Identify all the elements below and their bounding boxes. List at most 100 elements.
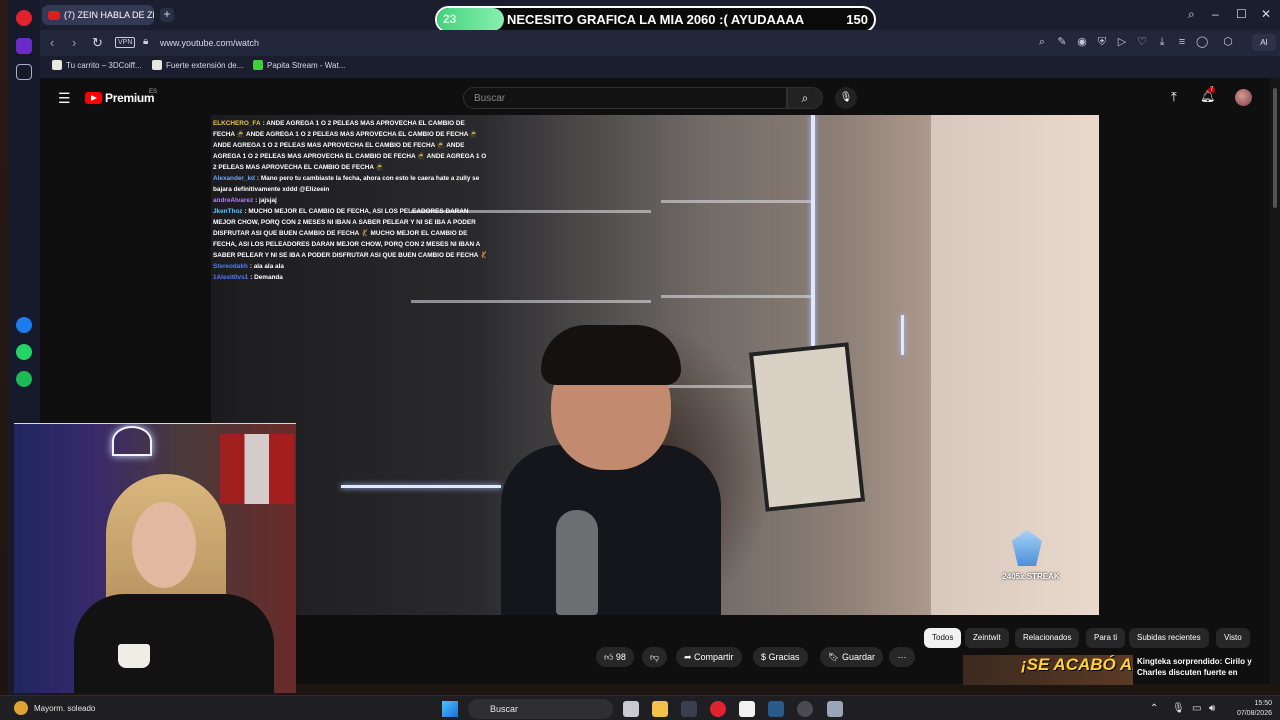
network-icon[interactable]: ▭ — [1192, 703, 1201, 714]
volume-icon[interactable]: 🔊︎ — [1209, 703, 1215, 714]
chip-watched[interactable]: Visto — [1216, 628, 1250, 648]
taskbar-search[interactable]: Buscar — [468, 699, 613, 719]
url-field[interactable]: www.youtube.com/watch — [160, 38, 259, 48]
bookmark-label: Fuerte extensión de... — [166, 60, 244, 70]
chat-user: andreAlvarez — [213, 197, 254, 204]
zoom-icon[interactable]: ⌕ — [1036, 36, 1048, 48]
reload-icon[interactable]: ↻ — [92, 35, 103, 51]
chat-message: JkenThoz: MUCHO MEJOR EL CAMBIO DE FECHA… — [213, 206, 488, 261]
chat-message: andreAlvarez: jajsjaj — [213, 195, 488, 206]
chip-recent-uploads[interactable]: Subidas recientes — [1129, 628, 1209, 648]
thanks-label: Gracias — [768, 652, 800, 662]
clock[interactable]: 15:50 07/08/2026 — [1228, 699, 1272, 719]
forward-icon[interactable]: › — [72, 35, 76, 50]
opera-taskbar-icon[interactable] — [710, 701, 726, 717]
bookmark-favicon-icon — [52, 60, 62, 70]
youtube-header: ☰ Premium ES Buscar ⌕ 🎙︎ ⤒ 🔔︎ 7 — [40, 78, 1270, 116]
windows-start-icon[interactable] — [442, 701, 458, 717]
home-icon[interactable] — [16, 38, 32, 54]
streak-icon — [1012, 530, 1042, 566]
profile-icon[interactable]: ◯ — [1196, 36, 1208, 48]
lock-icon[interactable]: 🔒︎ — [143, 36, 148, 47]
spotify-icon[interactable] — [16, 371, 32, 387]
chip-all[interactable]: Todos — [924, 628, 962, 648]
chat-text: : ala ala ala — [249, 263, 284, 270]
minimize-icon[interactable]: – — [1212, 7, 1219, 21]
camera-icon[interactable]: ◉ — [1076, 36, 1088, 48]
maximize-icon[interactable]: ☐ — [1236, 7, 1247, 21]
settings-icon[interactable] — [827, 701, 843, 717]
bookmark-item[interactable]: Fuerte extensión de... — [152, 60, 243, 70]
search-tabs-icon[interactable]: ⌕ — [1188, 7, 1195, 22]
neon-light — [341, 485, 501, 488]
share-button[interactable]: ➦ Compartir — [676, 647, 742, 667]
hamburger-menu-icon[interactable]: ☰ — [58, 90, 71, 107]
avatar[interactable] — [1235, 89, 1252, 106]
search-button[interactable]: ⌕ — [787, 87, 823, 109]
bookmark-item[interactable]: Papita Stream - Wat... — [253, 60, 345, 70]
tab-youtube[interactable]: (7) ZEIN HABLA DE ZEIN — [42, 5, 154, 25]
bookmark-label: Papita Stream - Wat... — [267, 60, 346, 70]
more-actions-button[interactable]: ··· — [889, 647, 915, 667]
youtube-logo-text: Premium — [105, 91, 155, 105]
back-icon[interactable]: ‹ — [50, 35, 54, 50]
chat-text: : MUCHO MEJOR EL CAMBIO DE FECHA, ASI LO… — [213, 208, 488, 259]
mic-tray-icon[interactable]: 🎙︎ — [1172, 703, 1185, 714]
bookmark-item[interactable]: Tu carrito – 3DCoiff... — [52, 60, 142, 70]
youtube-logo[interactable]: Premium — [85, 91, 155, 105]
scroll-thumb[interactable] — [1273, 88, 1277, 208]
weather-text[interactable]: Mayorm. soleado — [34, 704, 95, 713]
heart-icon[interactable]: ♡ — [1136, 36, 1148, 48]
coffee-cup — [118, 644, 150, 668]
streak-label: 2405x STREAK — [1002, 572, 1060, 581]
clock-time: 15:50 — [1254, 700, 1272, 707]
ai-button[interactable]: AI — [1252, 34, 1276, 51]
chip-related[interactable]: Relacionados — [1015, 628, 1080, 648]
weather-icon[interactable] — [14, 701, 28, 715]
save-button[interactable]: 🔖︎ Guardar — [820, 647, 883, 667]
recommended-video-title[interactable]: Kingteka sorprendido: Cirilo y Charles d… — [1137, 656, 1257, 678]
dislike-button[interactable]: 👎︎ — [642, 647, 668, 667]
app-icon[interactable] — [681, 701, 697, 717]
recommended-video-thumbnail[interactable]: ¡SE ACABÓ AMISTAD? — [963, 655, 1133, 685]
file-explorer-icon[interactable] — [652, 701, 668, 717]
upload-icon[interactable]: ⤒ — [1171, 89, 1177, 105]
chat-text: : jajsjaj — [255, 197, 277, 204]
stream-chat-overlay: ELKCHERO_FA: ANDE AGREGA 1 O 2 PELEAS MA… — [213, 118, 488, 312]
steam-icon[interactable] — [768, 701, 784, 717]
page-scrollbar[interactable] — [1270, 78, 1280, 684]
extensions-icon[interactable]: ⬡ — [1222, 36, 1234, 48]
notepad-icon[interactable] — [739, 701, 755, 717]
messenger-icon[interactable] — [16, 317, 32, 333]
edit-icon[interactable]: ✎ — [1056, 36, 1068, 48]
close-icon[interactable]: ✕ — [1261, 7, 1271, 21]
new-tab-button[interactable]: + — [160, 8, 174, 22]
chat-message: Alexander_kd: Mano pero tu cambiaste la … — [213, 173, 488, 195]
shield-icon[interactable]: ⛨ — [1096, 36, 1108, 48]
goal-current: 23 — [443, 12, 457, 26]
task-view-icon[interactable] — [623, 701, 639, 717]
stream-goal-overlay: 23 NECESITO GRAFICA LA MIA 2060 :( AYUDA… — [435, 6, 876, 33]
wall-painting — [748, 342, 866, 512]
chat-user: 1Alexit0vs1 — [213, 274, 249, 281]
tray-chevron-icon[interactable]: ⌃ — [1150, 703, 1158, 714]
menu-icon[interactable]: ≡ — [1176, 36, 1188, 48]
download-icon[interactable]: ⤓ — [1156, 36, 1168, 48]
opera-logo-icon[interactable] — [16, 10, 32, 26]
webcam-person-body — [74, 594, 274, 693]
play-icon[interactable]: ▷ — [1116, 36, 1128, 48]
thanks-button[interactable]: $ Gracias — [753, 647, 808, 667]
whatsapp-icon[interactable] — [16, 344, 32, 360]
obs-icon[interactable] — [797, 701, 813, 717]
microphone-icon[interactable]: 🎙︎ — [835, 87, 857, 109]
country-code: ES — [149, 89, 158, 95]
like-button[interactable]: 👍︎ 98 — [596, 647, 634, 667]
star-icon[interactable] — [16, 64, 32, 80]
chat-user: JkenThoz — [213, 208, 243, 215]
chip-zeintwit[interactable]: Zeintwit — [965, 628, 1009, 648]
search-input[interactable]: Buscar — [463, 87, 787, 109]
chip-for-you[interactable]: Para ti — [1086, 628, 1126, 648]
vpn-badge[interactable]: VPN — [115, 37, 136, 48]
flag — [220, 434, 294, 504]
bookmarks-bar: Tu carrito – 3DCoiff... Fuerte extensión… — [40, 56, 1280, 78]
